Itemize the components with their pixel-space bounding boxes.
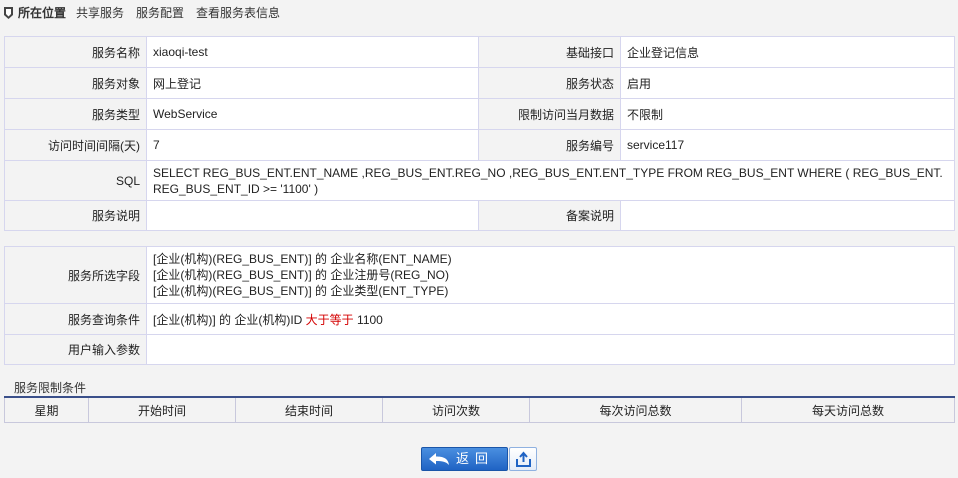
back-arrow-icon bbox=[429, 453, 449, 465]
service-status-value: 启用 bbox=[620, 67, 955, 99]
selected-field: [企业(机构)(REG_BUS_ENT)] 的 企业名称(ENT_NAME) bbox=[153, 252, 452, 266]
condition-value: 1100 bbox=[357, 312, 383, 327]
service-code-label: 服务编号 bbox=[478, 129, 621, 161]
breadcrumb-item-view-service: 查看服务表信息 bbox=[196, 6, 281, 20]
back-button-label: 返回 bbox=[456, 451, 495, 466]
access-interval-label: 访问时间间隔(天) bbox=[4, 129, 147, 161]
service-type-label: 服务类型 bbox=[4, 98, 147, 130]
base-interface-label: 基础接口 bbox=[478, 36, 621, 68]
breadcrumb-title: 所在位置 bbox=[18, 6, 67, 20]
sql-label: SQL bbox=[4, 160, 147, 201]
service-desc-value bbox=[146, 200, 479, 231]
service-info-table: 服务名称 xiaoqi-test 基础接口 企业登记信息 服务对象 网上登记 服… bbox=[4, 36, 955, 231]
sql-value: SELECT REG_BUS_ENT.ENT_NAME ,REG_BUS_ENT… bbox=[146, 160, 955, 201]
column-header-start-time: 开始时间 bbox=[88, 396, 236, 423]
breadcrumb: 所在位置 共享服务 服务配置 查看服务表信息 bbox=[0, 0, 958, 26]
selected-fields-label: 服务所选字段 bbox=[4, 246, 147, 304]
breadcrumb-item-service-config[interactable]: 服务配置 bbox=[136, 6, 184, 20]
access-interval-value: 7 bbox=[146, 129, 479, 161]
limits-table: 星期 开始时间 结束时间 访问次数 每次访问总数 每天访问总数 bbox=[4, 396, 955, 423]
service-target-label: 服务对象 bbox=[4, 67, 147, 99]
column-header-per-access-total: 每次访问总数 bbox=[529, 396, 742, 423]
refresh-button[interactable] bbox=[509, 447, 537, 471]
back-button[interactable]: 返回 bbox=[421, 447, 508, 471]
location-icon bbox=[4, 7, 13, 19]
user-input-value bbox=[146, 334, 955, 365]
service-code-value: service117 bbox=[620, 129, 955, 161]
limit-month-label: 限制访问当月数据 bbox=[478, 98, 621, 130]
query-condition-value: [企业(机构)] 的 企业(机构)ID 大于等于 1100 bbox=[146, 303, 955, 335]
service-name-label: 服务名称 bbox=[4, 36, 147, 68]
service-name-value: xiaoqi-test bbox=[146, 36, 479, 68]
service-type-value: WebService bbox=[146, 98, 479, 130]
record-desc-label: 备案说明 bbox=[478, 200, 621, 231]
condition-operator: 大于等于 bbox=[305, 312, 354, 327]
column-header-access-count: 访问次数 bbox=[382, 396, 530, 423]
condition-field: [企业(机构)] 的 企业(机构)ID bbox=[153, 312, 303, 327]
base-interface-value: 企业登记信息 bbox=[620, 36, 955, 68]
record-desc-value bbox=[620, 200, 955, 231]
column-header-daily-total: 每天访问总数 bbox=[741, 396, 955, 423]
refresh-icon bbox=[516, 451, 531, 467]
column-header-weekday: 星期 bbox=[4, 396, 89, 423]
service-status-label: 服务状态 bbox=[478, 67, 621, 99]
selected-fields-value: [企业(机构)(REG_BUS_ENT)] 的 企业名称(ENT_NAME) [… bbox=[146, 246, 955, 304]
limit-month-value: 不限制 bbox=[620, 98, 955, 130]
service-target-value: 网上登记 bbox=[146, 67, 479, 99]
query-condition-label: 服务查询条件 bbox=[4, 303, 147, 335]
query-info-table: 服务所选字段 [企业(机构)(REG_BUS_ENT)] 的 企业名称(ENT_… bbox=[4, 246, 955, 365]
selected-field: [企业(机构)(REG_BUS_ENT)] 的 企业类型(ENT_TYPE) bbox=[153, 284, 449, 298]
user-input-label: 用户输入参数 bbox=[4, 334, 147, 365]
breadcrumb-item-shared-service[interactable]: 共享服务 bbox=[76, 6, 124, 20]
selected-field: [企业(机构)(REG_BUS_ENT)] 的 企业注册号(REG_NO) bbox=[153, 268, 450, 282]
column-header-end-time: 结束时间 bbox=[235, 396, 383, 423]
limits-title: 服务限制条件 bbox=[14, 381, 87, 395]
service-desc-label: 服务说明 bbox=[4, 200, 147, 231]
